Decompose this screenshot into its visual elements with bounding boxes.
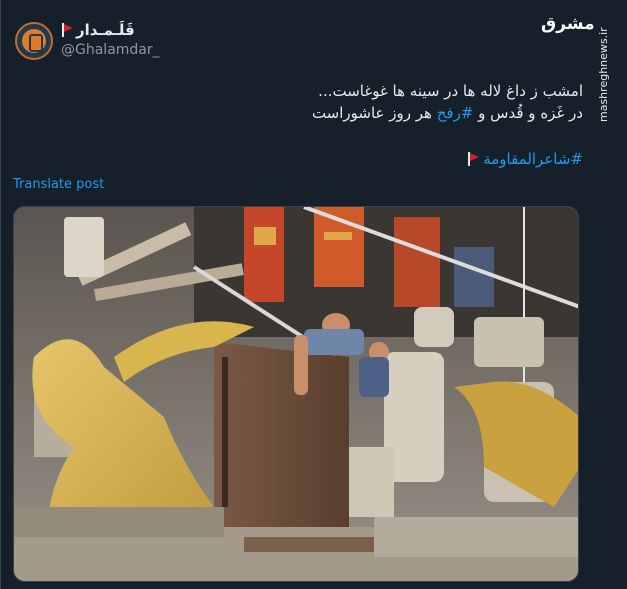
tweet-card: مشرق mashreghnews.ir قَلَـمـدار @Ghalamd…	[0, 0, 627, 589]
tweet-line-2-end: هر روز عاشوراست	[311, 104, 437, 122]
hashtag-rafah-link[interactable]: #رفح	[437, 104, 474, 122]
hashtag-resistance-poet-link[interactable]: #شاعرالمقاومة	[483, 150, 583, 168]
watermark-site-text: mashreghnews.ir	[597, 27, 610, 122]
display-name[interactable]: قَلَـمـدار	[76, 21, 135, 39]
red-flag-icon	[467, 152, 480, 166]
author-name-row[interactable]: قَلَـمـدار	[61, 20, 135, 40]
media-photo[interactable]	[13, 206, 579, 582]
tweet-line-2-start: در غَزه و قُدس و	[473, 104, 583, 122]
watermark-site: mashreghnews.ir	[595, 22, 615, 122]
handle[interactable]: @Ghalamdar_	[61, 42, 160, 58]
tweet-line-1: امشب ز داغ لاله ها در سینه ها غوغاست...	[318, 82, 583, 100]
watermark-logo: مشرق	[541, 14, 595, 34]
avatar[interactable]	[15, 22, 53, 60]
translate-post-link[interactable]: Translate post	[13, 177, 104, 192]
hashtag-line: #شاعرالمقاومة	[467, 150, 583, 168]
rubble-rescue-photo-icon	[14, 207, 578, 581]
avatar-logo-icon	[22, 29, 46, 53]
tweet-line-2: در غَزه و قُدس و #رفح هر روز عاشوراست	[83, 102, 583, 124]
red-flag-icon	[61, 23, 73, 37]
tweet-text: امشب ز داغ لاله ها در سینه ها غوغاست... …	[83, 80, 583, 124]
